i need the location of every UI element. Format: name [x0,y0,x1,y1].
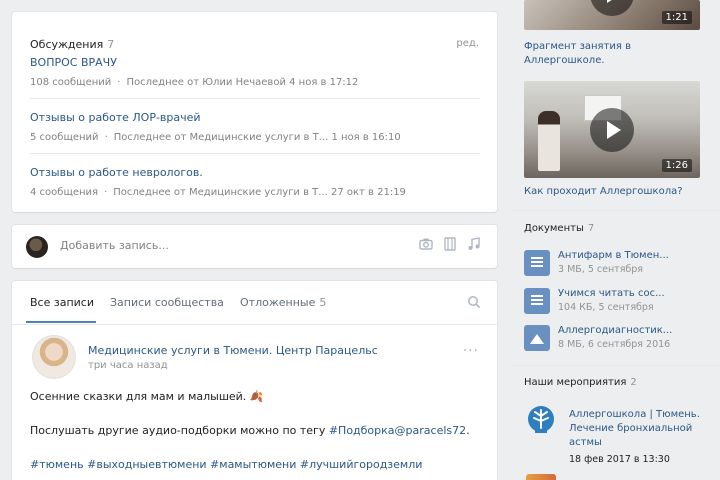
event-logo-icon[interactable] [526,404,556,438]
events-title[interactable]: Наши мероприятия [524,377,626,388]
events-count: 2 [630,377,637,388]
post-text: . [466,424,470,437]
tab-community-posts[interactable]: Записи сообщества [110,296,224,309]
doc-icon [524,288,550,314]
tab-label: Записи сообщества [110,296,224,309]
divider [512,210,720,211]
video-title[interactable]: Как проходит Аллергошкола? [524,185,700,199]
topic-last-post[interactable]: Последнее от Медицинские услуги в Т... 1… [114,132,401,143]
document-meta: 3 МБ, 5 сентября [558,264,644,275]
topic-title[interactable]: Отзывы о работе ЛОР-врачей [30,111,480,124]
wall-tabs: Все записи Записи сообщества Отложенные 5 [12,281,497,325]
discussions-header[interactable]: Обсуждения 7 [30,38,114,51]
post-text-line: Послушать другие аудио-подборки можно по… [30,424,470,437]
video-title[interactable]: Фрагмент занятия в Аллергошколе. [524,40,700,68]
community-avatar[interactable] [32,335,76,379]
document-name[interactable]: Антифарм в Тюмен... [558,250,669,261]
topic-item: Отзывы о работе неврологов. 4 сообщения ·… [30,153,480,198]
document-item[interactable]: Аллергодиагностик... 8 МБ, 6 сентября 20… [524,325,714,353]
wall-block: Все записи Записи сообщества Отложенные 5… [12,281,497,480]
tab-count: 5 [319,296,327,309]
topic-title[interactable]: Отзывы о работе неврологов. [30,166,480,179]
documents-header[interactable]: Документы 7 [524,223,594,234]
edit-discussions-link[interactable]: ред. [456,38,479,49]
event-date: 18 фев 2017 в 13:30 [569,454,670,465]
topic-last-post[interactable]: Последнее от Медицинские услуги в Т... 2… [113,187,406,198]
topic-post-count: 108 сообщений [30,77,112,88]
events-header[interactable]: Наши мероприятия 2 [524,377,637,388]
play-icon[interactable] [590,0,634,16]
camera-icon[interactable] [419,237,433,251]
tab-all-posts[interactable]: Все записи [30,296,94,309]
topic-last-post[interactable]: Последнее от Юлии Нечаевой 4 ноя в 17:12 [126,77,358,88]
video-thumbnail[interactable]: 1:21 [524,0,700,30]
post-time[interactable]: три часа назад [88,360,168,371]
video-thumbnail[interactable]: 1:26 [524,81,700,178]
video-icon[interactable] [443,237,457,251]
document-meta: 8 МБ, 6 сентября 2016 [558,339,671,350]
discussions-block: Обсуждения 7 ред. ВОПРОС ВРАЧУ 108 сообще… [12,12,497,212]
tab-label: Отложенные [240,296,316,309]
topic-meta: 5 сообщений · Последнее от Медицинские усл… [30,132,401,143]
user-avatar[interactable] [26,236,48,258]
divider [512,365,720,366]
tab-postponed[interactable]: Отложенные 5 [240,296,326,309]
event-logo-icon[interactable] [526,474,556,480]
hashtag-links[interactable]: #тюмень #выходныевтюмени #мамытюмени #лу… [30,458,422,471]
topic-title[interactable]: ВОПРОС ВРАЧУ [30,56,480,69]
active-tab-indicator [26,321,96,323]
new-post-input[interactable]: Добавить запись... [60,239,169,252]
topic-meta: 108 сообщений · Последнее от Юлии Нечаевой… [30,77,359,88]
post-hashtags: #тюмень #выходныевтюмени #мамытюмени #лу… [30,458,422,471]
discussions-title[interactable]: Обсуждения [30,38,103,51]
event-title[interactable]: Аллергошкола | Тюмень. Лечение бронхиаль… [569,408,709,450]
topic-meta: 4 сообщения · Последнее от Медицинские усл… [30,187,406,198]
post-text: Послушать другие аудио-подборки можно по… [30,424,329,437]
post-author[interactable]: Медицинские услуги в Тюмени. Центр Парац… [88,344,378,357]
document-meta: 104 КБ, 5 сентября [558,302,654,313]
doc-icon [524,250,550,276]
document-item[interactable]: Антифарм в Тюмен... 3 МБ, 5 сентября [524,250,714,278]
documents-title[interactable]: Документы [524,223,584,234]
post-more-button[interactable]: ··· [463,343,479,359]
video-duration: 1:21 [661,11,692,24]
topic-item: ВОПРОС ВРАЧУ 108 сообщений · Последнее от … [30,56,480,88]
attach-toolbar [419,237,481,251]
discussions-count: 7 [107,38,115,51]
document-name[interactable]: Учимся читать сос... [558,288,665,299]
new-post-box: Добавить запись... [12,225,497,268]
topic-item: Отзывы о работе ЛОР-врачей 5 сообщений · П… [30,98,480,143]
documents-count: 7 [587,223,595,234]
image-icon [524,325,550,351]
document-item[interactable]: Учимся читать сос... 104 КБ, 5 сентября [524,288,714,316]
document-name[interactable]: Аллергодиагностик... [558,325,672,336]
video-duration: 1:26 [661,159,692,172]
search-icon[interactable] [467,295,481,309]
tab-label: Все записи [30,296,94,309]
topic-post-count: 5 сообщений [30,132,99,143]
post-tag-link[interactable]: #Подборка@paracels72 [329,424,466,437]
topic-post-count: 4 сообщения [30,187,99,198]
play-icon[interactable] [590,108,634,152]
lecturer-figure [538,111,560,171]
post-text-line: Осенние сказки для мам и малышей. 🍂 [30,390,264,403]
music-icon[interactable] [467,237,481,251]
